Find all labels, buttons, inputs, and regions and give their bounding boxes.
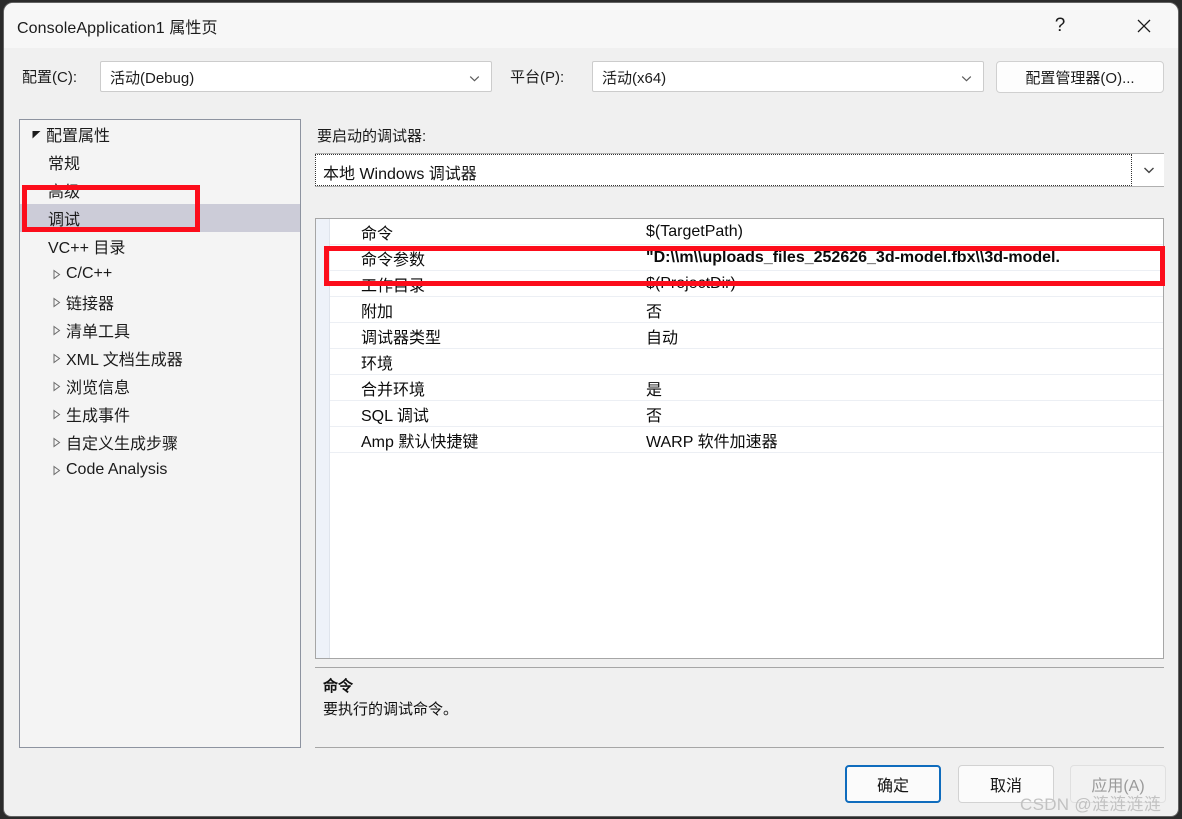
debugger-to-launch-field[interactable]: 本地 Windows 调试器 [315,154,1132,186]
property-name: 合并环境 [361,381,426,399]
description-body: 要执行的调试命令。 [323,701,459,718]
ok-button[interactable]: 确定 [845,765,941,803]
tree-item-1[interactable]: 常规 [20,148,300,176]
property-row[interactable]: 调试器类型 自动 [330,323,1163,349]
tree-item-7[interactable]: 清单工具 [20,316,300,344]
tree-item-4[interactable]: VC++ 目录 [20,232,300,260]
configuration-combobox[interactable]: 活动(Debug) [100,61,492,92]
help-button[interactable]: ? [1037,3,1083,48]
triangle-collapsed-icon [46,269,66,280]
debugger-to-launch-label: 要启动的调试器: [317,128,427,145]
window-title: ConsoleApplication1 属性页 [17,20,218,37]
property-name: 调试器类型 [361,329,442,347]
tree-item-label: 浏览信息 [66,380,131,397]
chevron-down-icon [960,72,973,85]
property-row[interactable]: 命令参数 "D:\\m\\uploads_files_252626_3d-mode… [330,245,1163,271]
property-row[interactable]: 合并环境 是 [330,375,1163,401]
property-value[interactable]: 否 [646,298,1163,322]
tree-item-label: 常规 [48,156,81,173]
platform-combobox[interactable]: 活动(x64) [592,61,984,92]
tree-item-0[interactable]: 配置属性 [20,120,300,148]
property-value[interactable]: 自动 [646,324,1163,348]
tree-item-6[interactable]: 链接器 [20,288,300,316]
property-value[interactable]: 否 [646,402,1163,426]
property-name: 附加 [361,303,394,321]
property-grid-margin [316,219,330,658]
property-row[interactable]: 命令 $(TargetPath) [330,219,1163,245]
configuration-properties-tree[interactable]: 配置属性常规高级调试 VC++ 目录 C/C++ 链接器清单工具 XML 文档生成器 浏览… [19,119,301,748]
property-grid-rows: 命令 $(TargetPath) 命令参数 "D:\\m\\uploads_files… [330,219,1163,658]
debugger-to-launch-combobox[interactable]: 本地 Windows 调试器 [315,153,1164,187]
tree-item-10[interactable]: 生成事件 [20,400,300,428]
property-name: 环境 [361,355,394,373]
tree-item-label: C/C++ [66,265,113,282]
description-title: 命令 [323,678,354,695]
configuration-bar: 配置(C): 活动(Debug) 平台(P): 活动(x64) 配置管理器(O)… [4,48,1178,105]
configuration-label: 配置(C): [22,69,77,86]
property-row[interactable]: 附加 否 [330,297,1163,323]
tree-item-label: 调试 [48,212,81,229]
triangle-collapsed-icon [46,381,66,392]
tree-item-11[interactable]: 自定义生成步骤 [20,428,300,456]
triangle-collapsed-icon [46,325,66,336]
property-name: 工作目录 [361,277,426,295]
triangle-expanded-icon [26,129,46,140]
tree-item-label: VC++ 目录 [48,240,126,257]
platform-label: 平台(P): [510,69,565,86]
triangle-collapsed-icon [46,465,66,476]
tree-item-12[interactable]: Code Analysis [20,456,300,484]
property-row[interactable]: 工作目录 $(ProjectDir) [330,271,1163,297]
title-bar: ConsoleApplication1 属性页 ? [4,3,1178,48]
tree-item-label: 自定义生成步骤 [66,436,179,453]
property-grid[interactable]: 命令 $(TargetPath) 命令参数 "D:\\m\\uploads_files… [315,218,1164,659]
property-name: Amp 默认快捷键 [361,433,479,451]
property-value[interactable]: $(TargetPath) [646,223,1163,241]
tree-item-label: 链接器 [66,296,115,313]
property-row[interactable]: 环境 [330,349,1163,375]
tree-item-8[interactable]: XML 文档生成器 [20,344,300,372]
triangle-collapsed-icon [46,353,66,364]
property-name: SQL 调试 [361,407,429,425]
tree-item-label: Code Analysis [66,461,168,478]
chevron-down-icon [1142,163,1156,177]
debug-settings-pane: 要启动的调试器: 本地 Windows 调试器 命令 $(TargetPath) 命… [315,119,1164,748]
property-row[interactable]: SQL 调试 否 [330,401,1163,427]
property-value[interactable]: 是 [646,376,1163,400]
property-value[interactable]: WARP 软件加速器 [646,428,1163,452]
tree-item-label: 清单工具 [66,324,131,341]
question-mark-icon: ? [1054,14,1066,36]
tree-item-label: 高级 [48,184,81,201]
csdn-watermark: CSDN @涟涟涟涟 [1020,795,1162,814]
debugger-dropdown-button[interactable] [1133,154,1164,186]
triangle-collapsed-icon [46,297,66,308]
configuration-manager-button[interactable]: 配置管理器(O)... [996,61,1164,93]
tree-item-5[interactable]: C/C++ [20,260,300,288]
configuration-value: 活动(Debug) [110,70,195,87]
triangle-collapsed-icon [46,437,66,448]
close-button[interactable] [1121,3,1167,48]
tree-item-label: 生成事件 [66,408,131,425]
screenshot-root: ConsoleApplication1 属性页 ? 配置(C): 活动(Debu… [0,0,1182,819]
description-pane: 命令 要执行的调试命令。 [315,667,1164,748]
tree-item-9[interactable]: 浏览信息 [20,372,300,400]
tree-item-label: XML 文档生成器 [66,352,183,369]
property-name: 命令 [361,225,394,243]
property-value[interactable]: "D:\\m\\uploads_files_252626_3d-model.fb… [646,249,1163,267]
triangle-collapsed-icon [46,409,66,420]
tree-item-3[interactable]: 调试 [20,204,300,232]
property-name: 命令参数 [361,251,426,269]
tree-item-label: 配置属性 [46,128,111,145]
platform-value: 活动(x64) [602,70,667,87]
property-row[interactable]: Amp 默认快捷键 WARP 软件加速器 [330,427,1163,453]
close-icon [1136,18,1152,34]
property-value[interactable]: $(ProjectDir) [646,275,1163,293]
properties-dialog-window: ConsoleApplication1 属性页 ? 配置(C): 活动(Debu… [4,3,1178,816]
debugger-to-launch-value: 本地 Windows 调试器 [323,166,477,183]
chevron-down-icon [468,72,481,85]
tree-item-2[interactable]: 高级 [20,176,300,204]
